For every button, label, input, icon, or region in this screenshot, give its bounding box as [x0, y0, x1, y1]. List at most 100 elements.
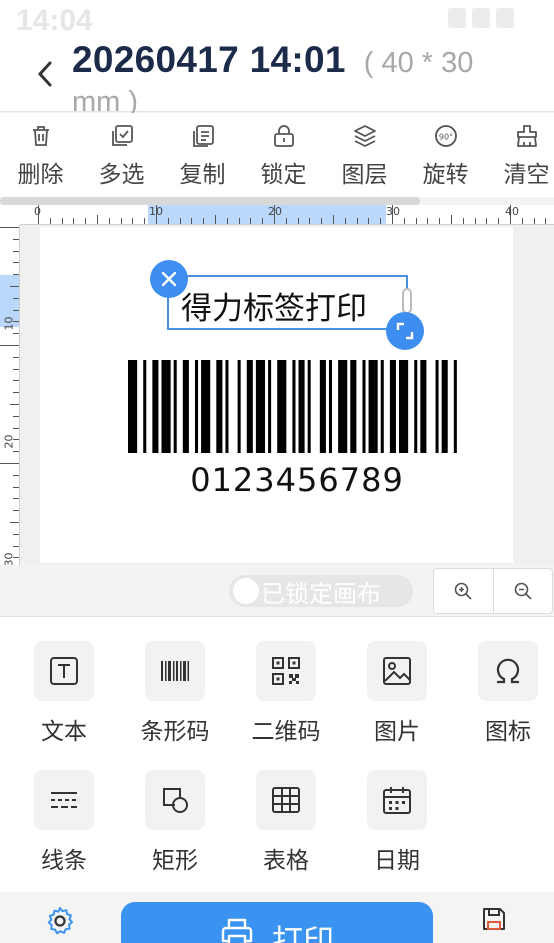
barcode-bar — [201, 360, 211, 453]
ruler-tick — [13, 557, 19, 559]
ruler-label: 40 — [505, 205, 519, 218]
image-icon — [383, 657, 411, 685]
ruler-tick — [13, 274, 19, 276]
ruler-tick — [13, 309, 19, 311]
barcode-bar — [225, 360, 229, 453]
barcode-bars — [128, 360, 457, 453]
ruler-tick — [297, 218, 299, 224]
barcode-bar — [362, 360, 366, 453]
delete-button[interactable]: 删除 — [0, 113, 81, 197]
add-icon-button[interactable]: 图标 — [453, 641, 554, 746]
ruler-tick — [167, 218, 169, 224]
svg-text:90°: 90° — [438, 133, 452, 142]
resize-handle[interactable] — [386, 312, 424, 350]
barcode-bar — [414, 360, 418, 453]
add-shape-button[interactable]: 矩形 — [120, 770, 230, 875]
barcode-bar — [277, 360, 287, 453]
ruler-tick — [226, 218, 228, 224]
barcode-bar — [441, 360, 448, 453]
ruler-tick — [132, 218, 134, 224]
bottom-bar: 打印 — [0, 893, 554, 943]
ruler-tick — [368, 218, 370, 224]
omega-icon — [496, 658, 520, 684]
barcode-bar — [350, 360, 357, 453]
barcode-bar — [380, 360, 384, 453]
barcode-bar — [298, 360, 305, 453]
ruler-tick — [462, 218, 464, 224]
ruler-horizontal: 0 10 20 30 40 — [20, 205, 554, 225]
rotate-button[interactable]: 90° 旋转 — [405, 113, 486, 197]
ruler-tick — [439, 218, 441, 224]
ruler-vertical: 10 20 30 — [0, 225, 20, 565]
ruler-tick — [61, 218, 63, 224]
barcode-bar — [389, 360, 396, 453]
save-icon[interactable] — [480, 905, 508, 933]
settings-gear-icon[interactable] — [44, 905, 76, 937]
ruler-tick — [97, 215, 98, 224]
ruler-tick — [156, 205, 157, 224]
ruler-tick — [215, 215, 216, 224]
barcode-number: 0123456789 — [190, 461, 404, 499]
ruler-tick — [49, 218, 51, 224]
text-element-selected[interactable]: 得力标签打印 — [167, 275, 408, 330]
zoom-in-icon — [454, 582, 472, 600]
ruler-tick — [13, 439, 19, 441]
barcode-bar — [435, 360, 439, 453]
label-canvas[interactable]: 0123456789 得力标签打印 — [40, 227, 513, 563]
print-label: 打印 — [272, 924, 334, 943]
barcode-bar — [194, 360, 199, 453]
add-image-button[interactable]: 图片 — [342, 641, 452, 746]
zoom-out-icon — [514, 582, 532, 600]
add-date-button[interactable]: 日期 — [342, 770, 452, 875]
wifi-icon — [448, 8, 466, 28]
zoom-in-button[interactable] — [434, 569, 493, 613]
barcode-bar — [237, 360, 241, 453]
add-qr-code-button[interactable]: 二维码 — [231, 641, 341, 746]
add-text-button[interactable]: 文本 — [9, 641, 119, 746]
ruler-tick — [13, 427, 19, 429]
resize-icon — [396, 322, 414, 340]
print-button[interactable]: 打印 — [121, 902, 433, 943]
barcode-bar — [152, 360, 159, 453]
ruler-tick — [13, 486, 19, 488]
clear-button[interactable]: 清空 — [486, 113, 554, 197]
stretch-handle[interactable] — [402, 288, 412, 314]
layers-button[interactable]: 图层 — [324, 113, 405, 197]
barcode-bar — [319, 360, 326, 453]
remove-element-button[interactable] — [150, 260, 188, 298]
ruler-tick — [13, 321, 19, 323]
chevron-left-icon — [37, 61, 52, 87]
back-button[interactable] — [30, 56, 60, 92]
ruler-tick — [13, 380, 19, 382]
ruler-tick — [521, 218, 523, 224]
zoom-out-button[interactable] — [492, 569, 553, 613]
lock-canvas-toggle[interactable]: 已锁定画布 — [229, 575, 413, 608]
table-icon — [272, 787, 300, 813]
ruler-label: 20 — [268, 205, 282, 218]
add-line-button[interactable]: 线条 — [9, 770, 119, 875]
add-table-button[interactable]: 表格 — [231, 770, 341, 875]
ruler-tick — [13, 356, 19, 358]
ruler-tick — [498, 218, 500, 224]
toolbar-scrollbar[interactable] — [0, 197, 420, 205]
ruler-tick — [13, 415, 19, 417]
ruler-tick — [13, 498, 19, 500]
copy-button[interactable]: 复制 — [162, 113, 243, 197]
canvas-workspace[interactable]: 0123456789 得力标签打印 — [20, 225, 554, 565]
ruler-tick — [333, 215, 334, 224]
toggle-knob — [233, 578, 259, 604]
add-barcode-button[interactable]: 条形码 — [120, 641, 230, 746]
ruler-tick — [203, 218, 205, 224]
ruler-tick — [321, 218, 323, 224]
lock-canvas-label: 已锁定画布 — [261, 579, 381, 608]
ruler-tick — [13, 510, 19, 512]
multi-select-button[interactable]: 多选 — [81, 113, 162, 197]
barcode-element[interactable] — [128, 360, 466, 453]
ruler-tick — [262, 218, 264, 224]
barcode-bar — [182, 360, 189, 453]
ruler-label: 10 — [2, 316, 16, 331]
lock-button[interactable]: 锁定 — [243, 113, 324, 197]
copy-icon — [192, 125, 214, 147]
signal-icon — [472, 8, 490, 28]
barcode-bar — [143, 360, 147, 453]
